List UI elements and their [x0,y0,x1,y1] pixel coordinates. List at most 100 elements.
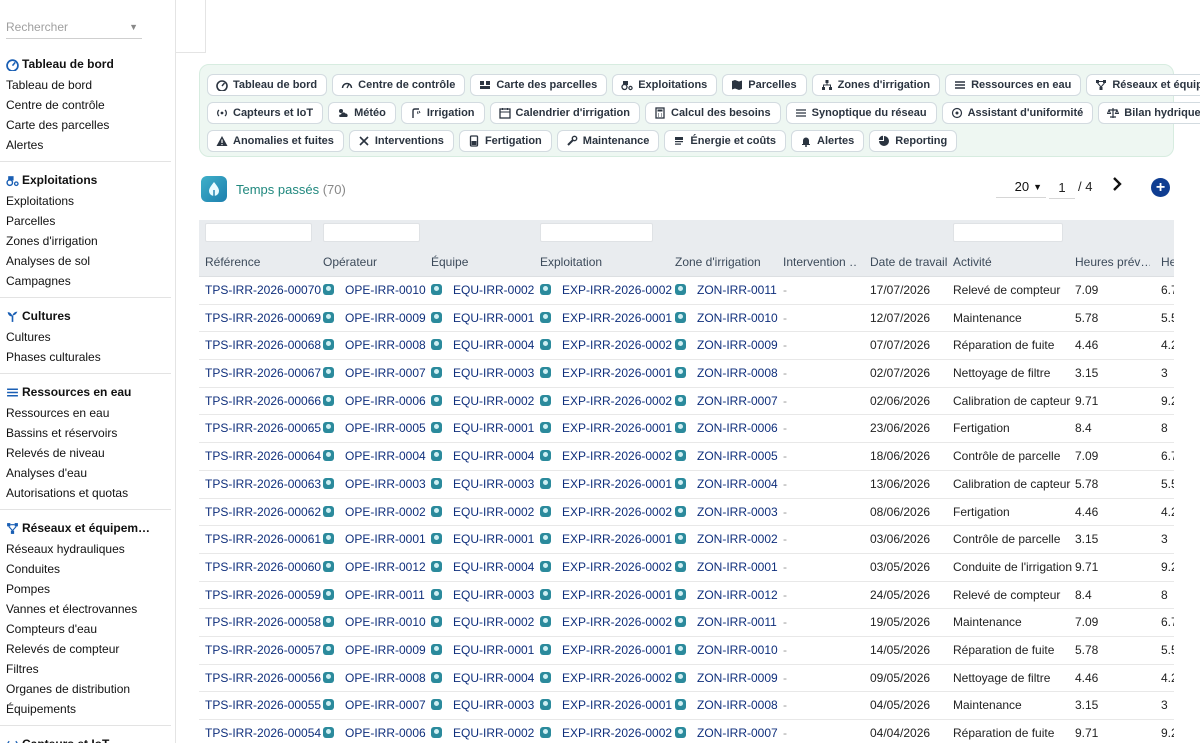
quick-nav-button[interactable]: Anomalies et fuites [207,130,344,152]
col-team-cell[interactable]: EQU-IRR-0003 [453,477,534,491]
col-team-cell[interactable]: EQU-IRR-0002 [453,394,534,408]
table-row[interactable]: TPS-IRR-2026-00062 OPE-IRR-0002 EQU-IRR-00… [199,499,1174,527]
col-operator-cell[interactable]: OPE-IRR-0008 [345,671,426,685]
col-exploitation-cell[interactable]: EXP-IRR-2026-0001 [562,532,672,546]
col-operator-header[interactable]: Opérateur [323,255,377,269]
col-team-cell[interactable]: EQU-IRR-0001 [453,421,534,435]
col-operator-cell[interactable]: OPE-IRR-0004 [345,449,426,463]
sidebar-item[interactable]: Vannes et électrovannes [0,599,175,619]
search-input[interactable] [6,14,124,34]
filter-activity-input[interactable] [953,223,1063,242]
sidebar-group-header[interactable]: Cultures [0,305,175,327]
col-zone-cell[interactable]: ZON-IRR-0001 [697,560,778,574]
table-row[interactable]: TPS-IRR-2026-00066 OPE-IRR-0006 EQU-IRR-00… [199,388,1174,416]
col-reference-cell[interactable]: TPS-IRR-2026-00059 [205,588,321,602]
col-exploitation-cell[interactable]: EXP-IRR-2026-0002 [562,283,672,297]
col-reference-cell[interactable]: TPS-IRR-2026-00063 [205,477,321,491]
col-team-cell[interactable]: EQU-IRR-0004 [453,671,534,685]
quick-nav-button[interactable]: Reporting [869,130,958,152]
col-zone-cell[interactable]: ZON-IRR-0007 [697,394,778,408]
quick-nav-button[interactable]: Fertigation [458,130,552,152]
col-operator-cell[interactable]: OPE-IRR-0001 [345,532,426,546]
col-exploitation-cell[interactable]: EXP-IRR-2026-0001 [562,588,672,602]
col-reference-cell[interactable]: TPS-IRR-2026-00067 [205,366,321,380]
sidebar-item[interactable]: Phases culturales [0,347,175,367]
col-operator-cell[interactable]: OPE-IRR-0007 [345,698,426,712]
filter-reference-input[interactable] [205,223,312,242]
col-zone-cell[interactable]: ZON-IRR-0010 [697,643,778,657]
col-operator-cell[interactable]: OPE-IRR-0009 [345,311,426,325]
quick-nav-button[interactable]: Assistant d'uniformité [941,102,1094,124]
col-zone-cell[interactable]: ZON-IRR-0010 [697,311,778,325]
add-record-button[interactable]: + [1151,178,1170,197]
table-row[interactable]: TPS-IRR-2026-00061 OPE-IRR-0001 EQU-IRR-00… [199,526,1174,554]
col-date-header[interactable]: Date de travail [870,255,947,269]
col-team-cell[interactable]: EQU-IRR-0002 [453,615,534,629]
sidebar-item[interactable]: Centre de contrôle [0,95,175,115]
quick-nav-button[interactable]: Bilan hydrique [1098,102,1200,124]
col-team-cell[interactable]: EQU-IRR-0004 [453,560,534,574]
sidebar-item[interactable]: Cultures [0,327,175,347]
table-row[interactable]: TPS-IRR-2026-00057 OPE-IRR-0009 EQU-IRR-00… [199,637,1174,665]
col-team-cell[interactable]: EQU-IRR-0003 [453,588,534,602]
col-planned-hours-header[interactable]: Heures prév… [1075,255,1150,269]
sidebar-item[interactable]: Relevés de compteur [0,639,175,659]
col-zone-cell[interactable]: ZON-IRR-0011 [697,283,777,297]
col-zone-cell[interactable]: ZON-IRR-0008 [697,366,778,380]
col-team-cell[interactable]: EQU-IRR-0002 [453,505,534,519]
col-operator-cell[interactable]: OPE-IRR-0005 [345,421,426,435]
col-zone-cell[interactable]: ZON-IRR-0002 [697,532,778,546]
col-exploitation-cell[interactable]: EXP-IRR-2026-0002 [562,560,672,574]
col-reference-cell[interactable]: TPS-IRR-2026-00066 [205,394,321,408]
col-exploitation-cell[interactable]: EXP-IRR-2026-0002 [562,338,672,352]
page-size-select[interactable]: 20 ▼ [996,176,1046,198]
sidebar-item[interactable]: Réseaux hydrauliques [0,539,175,559]
col-team-cell[interactable]: EQU-IRR-0004 [453,449,534,463]
col-team-cell[interactable]: EQU-IRR-0002 [453,726,534,740]
sidebar-item[interactable]: Relevés de niveau [0,443,175,463]
col-zone-cell[interactable]: ZON-IRR-0005 [697,449,778,463]
sidebar-group-header[interactable]: Exploitations [0,169,175,191]
col-team-cell[interactable]: EQU-IRR-0001 [453,643,534,657]
sidebar-item[interactable]: Exploitations [0,191,175,211]
sidebar-item[interactable]: Analyses d'eau [0,463,175,483]
col-team-cell[interactable]: EQU-IRR-0004 [453,338,534,352]
col-exploitation-cell[interactable]: EXP-IRR-2026-0001 [562,643,672,657]
col-operator-cell[interactable]: OPE-IRR-0008 [345,338,426,352]
col-zone-cell[interactable]: ZON-IRR-0007 [697,726,778,740]
col-zone-cell[interactable]: ZON-IRR-0004 [697,477,778,491]
quick-nav-button[interactable]: Carte des parcelles [470,74,608,96]
table-row[interactable]: TPS-IRR-2026-00069 OPE-IRR-0009 EQU-IRR-00… [199,305,1174,333]
col-hours-header[interactable]: He [1161,255,1174,269]
col-exploitation-header[interactable]: Exploitation [540,255,602,269]
col-exploitation-cell[interactable]: EXP-IRR-2026-0001 [562,698,672,712]
sidebar-item[interactable]: Campagnes [0,271,175,291]
col-zone-cell[interactable]: ZON-IRR-0011 [697,615,777,629]
col-zone-cell[interactable]: ZON-IRR-0009 [697,338,778,352]
col-exploitation-cell[interactable]: EXP-IRR-2026-0001 [562,366,672,380]
quick-nav-button[interactable]: Alertes [791,130,865,152]
sidebar-group-header[interactable]: Capteurs et IoT [0,733,175,743]
col-reference-header[interactable]: Référence [205,255,260,269]
col-activity-header[interactable]: Activité [953,255,992,269]
col-reference-cell[interactable]: TPS-IRR-2026-00055 [205,698,321,712]
sidebar-item[interactable]: Organes de distribution [0,679,175,699]
table-row[interactable]: TPS-IRR-2026-00067 OPE-IRR-0007 EQU-IRR-00… [199,360,1174,388]
filter-operator-input[interactable] [323,223,420,242]
col-exploitation-cell[interactable]: EXP-IRR-2026-0002 [562,449,672,463]
col-operator-cell[interactable]: OPE-IRR-0003 [345,477,426,491]
sidebar-item[interactable]: Pompes [0,579,175,599]
col-zone-header[interactable]: Zone d'irrigation [675,255,761,269]
col-reference-cell[interactable]: TPS-IRR-2026-00058 [205,615,321,629]
quick-nav-button[interactable]: Zones d'irrigation [811,74,941,96]
chevron-down-icon[interactable]: ▼ [129,22,138,32]
col-team-cell[interactable]: EQU-IRR-0003 [453,698,534,712]
next-page-icon[interactable] [1112,175,1122,196]
quick-nav-button[interactable]: Énergie et coûts [664,130,786,152]
quick-nav-button[interactable]: Réseaux et équipements [1086,74,1200,96]
quick-nav-button[interactable]: Tableau de bord [207,74,328,96]
table-row[interactable]: TPS-IRR-2026-00054 OPE-IRR-0006 EQU-IRR-00… [199,720,1174,743]
quick-nav-button[interactable]: Ressources en eau [945,74,1082,96]
search-box[interactable]: ▼ [6,14,142,39]
quick-nav-button[interactable]: Irrigation [400,102,485,124]
